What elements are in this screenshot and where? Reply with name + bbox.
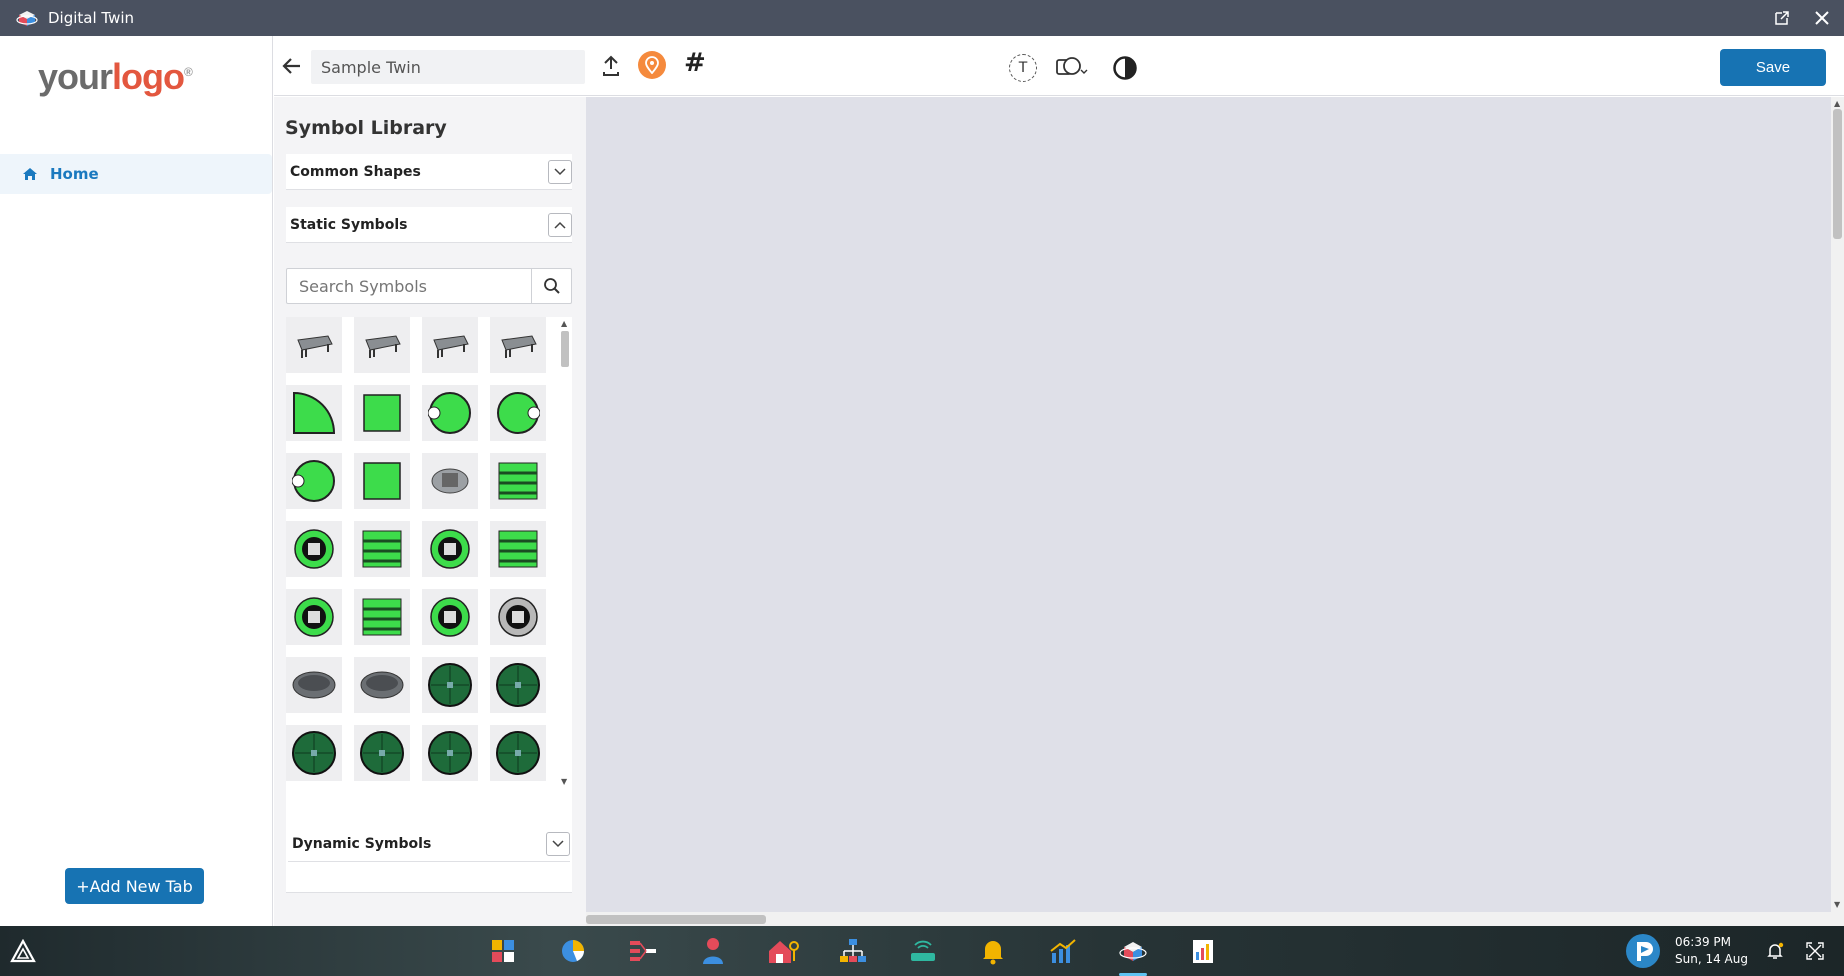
symbol-green-module-vertical-2[interactable] bbox=[354, 589, 410, 645]
start-menu-icon[interactable] bbox=[10, 938, 36, 963]
symbol-dark-green-disc-6[interactable] bbox=[490, 725, 546, 781]
taskbar-bell-alert-icon[interactable] bbox=[975, 933, 1011, 969]
section-label: Static Symbols bbox=[290, 216, 408, 233]
upload-icon[interactable] bbox=[600, 54, 622, 78]
profile-logo-icon[interactable] bbox=[1625, 933, 1661, 969]
taskbar-flow-icon[interactable] bbox=[625, 933, 661, 969]
chevron-down-icon[interactable] bbox=[548, 160, 572, 184]
symbol-green-round-machine-2[interactable] bbox=[422, 521, 478, 577]
sidebar-item-label: Home bbox=[50, 165, 99, 183]
section-label: Common Shapes bbox=[290, 163, 421, 180]
taskbar-report-icon[interactable] bbox=[1185, 933, 1221, 969]
symbol-green-module-vertical[interactable] bbox=[354, 521, 410, 577]
taskbar-dashboard-icon[interactable] bbox=[485, 933, 521, 969]
symbol-green-rack[interactable] bbox=[490, 453, 546, 509]
symbol-green-round-machine-4[interactable] bbox=[422, 589, 478, 645]
chevron-down-icon[interactable] bbox=[546, 832, 570, 856]
symbol-green-half-round-left[interactable] bbox=[490, 385, 546, 441]
taskbar-home-key-icon[interactable] bbox=[765, 933, 801, 969]
notification-bell-icon[interactable] bbox=[1764, 940, 1786, 962]
canvas-vertical-scrollbar[interactable]: ▲ ▼ bbox=[1831, 97, 1844, 912]
chevron-up-icon[interactable] bbox=[548, 213, 572, 237]
close-window-icon[interactable] bbox=[1812, 8, 1832, 28]
taskbar-apps bbox=[468, 926, 1238, 976]
symbol-gray-tank-2[interactable] bbox=[354, 657, 410, 713]
clock: 06:39 PM Sun, 14 Aug bbox=[1675, 934, 1748, 968]
taskbar-pie-chart-icon[interactable] bbox=[555, 933, 591, 969]
shapes-dropdown-icon[interactable] bbox=[1054, 54, 1094, 82]
section-common-shapes[interactable]: Common Shapes bbox=[286, 154, 572, 190]
symbol-conveyor-long[interactable] bbox=[354, 317, 410, 373]
symbol-search bbox=[286, 268, 572, 304]
symbol-conveyor-angled[interactable] bbox=[490, 317, 546, 373]
symbol-dark-green-disc-4[interactable] bbox=[354, 725, 410, 781]
sidebar: yourlogo® Home +Add New Tab bbox=[0, 36, 273, 926]
symbol-scrollbar[interactable]: ▲ ▼ bbox=[560, 317, 570, 787]
twin-name-input[interactable] bbox=[311, 50, 585, 84]
taskbar-trend-chart-icon[interactable] bbox=[1045, 933, 1081, 969]
design-canvas[interactable] bbox=[586, 97, 1831, 912]
search-icon[interactable] bbox=[531, 269, 571, 303]
search-input[interactable] bbox=[287, 269, 533, 303]
window-titlebar: Digital Twin bbox=[0, 0, 1844, 36]
sidebar-item-home[interactable]: Home bbox=[0, 154, 272, 194]
section-dynamic-symbols[interactable]: Dynamic Symbols bbox=[288, 826, 570, 862]
symbol-green-half-round-right[interactable] bbox=[422, 385, 478, 441]
symbol-gray-machine[interactable] bbox=[422, 453, 478, 509]
taskbar-user-icon[interactable] bbox=[695, 933, 731, 969]
taskbar-tray: 06:39 PM Sun, 14 Aug bbox=[1625, 926, 1844, 976]
symbol-grid-area: ▲ ▼ bbox=[286, 317, 572, 893]
popout-icon[interactable] bbox=[1772, 8, 1792, 28]
taskbar-hierarchy-icon[interactable] bbox=[835, 933, 871, 969]
taskbar-router-icon[interactable] bbox=[905, 933, 941, 969]
text-tool-icon[interactable]: T bbox=[1009, 54, 1037, 82]
location-pin-icon[interactable] bbox=[638, 51, 666, 79]
symbol-green-half-round-bottom[interactable] bbox=[286, 453, 342, 509]
symbol-green-quarter-curve[interactable] bbox=[286, 385, 342, 441]
digital-twin-app-icon bbox=[16, 7, 38, 29]
taskbar-digital-twin-icon[interactable] bbox=[1115, 933, 1151, 976]
symbol-green-rect[interactable] bbox=[354, 385, 410, 441]
symbol-green-rack-2[interactable] bbox=[490, 521, 546, 577]
fullscreen-icon[interactable] bbox=[1804, 940, 1826, 962]
os-taskbar: 06:39 PM Sun, 14 Aug bbox=[0, 926, 1844, 976]
grid-hash-icon[interactable]: # bbox=[684, 48, 706, 78]
contrast-icon[interactable] bbox=[1112, 55, 1138, 81]
symbol-dark-green-disc-2[interactable] bbox=[490, 657, 546, 713]
save-button[interactable]: Save bbox=[1720, 49, 1826, 86]
symbol-dark-green-disc-5[interactable] bbox=[422, 725, 478, 781]
symbol-library-panel: Symbol Library Common Shapes Static Symb… bbox=[274, 97, 586, 926]
symbol-gray-round-machine[interactable] bbox=[490, 589, 546, 645]
clock-date: Sun, 14 Aug bbox=[1675, 952, 1748, 966]
symbol-green-round-machine-3[interactable] bbox=[286, 589, 342, 645]
window-title: Digital Twin bbox=[48, 9, 135, 27]
editor-toolbar: # T Save bbox=[274, 36, 1844, 96]
panel-title: Symbol Library bbox=[285, 117, 447, 139]
add-new-tab-button[interactable]: +Add New Tab bbox=[65, 868, 204, 904]
clock-time: 06:39 PM bbox=[1675, 935, 1732, 949]
back-arrow-icon[interactable] bbox=[282, 56, 302, 81]
symbol-green-round-machine-1[interactable] bbox=[286, 521, 342, 577]
symbol-gray-tank-1[interactable] bbox=[286, 657, 342, 713]
section-label: Dynamic Symbols bbox=[292, 835, 432, 852]
symbol-green-square[interactable] bbox=[354, 453, 410, 509]
symbol-dark-green-disc-1[interactable] bbox=[422, 657, 478, 713]
home-icon bbox=[22, 167, 38, 181]
canvas-horizontal-scrollbar[interactable] bbox=[586, 912, 1844, 926]
symbol-conveyor-short[interactable] bbox=[422, 317, 478, 373]
symbol-conveyor-curve[interactable] bbox=[286, 317, 342, 373]
symbol-dark-green-disc-3[interactable] bbox=[286, 725, 342, 781]
company-logo: yourlogo® bbox=[38, 56, 193, 97]
section-static-symbols[interactable]: Static Symbols bbox=[286, 207, 572, 243]
